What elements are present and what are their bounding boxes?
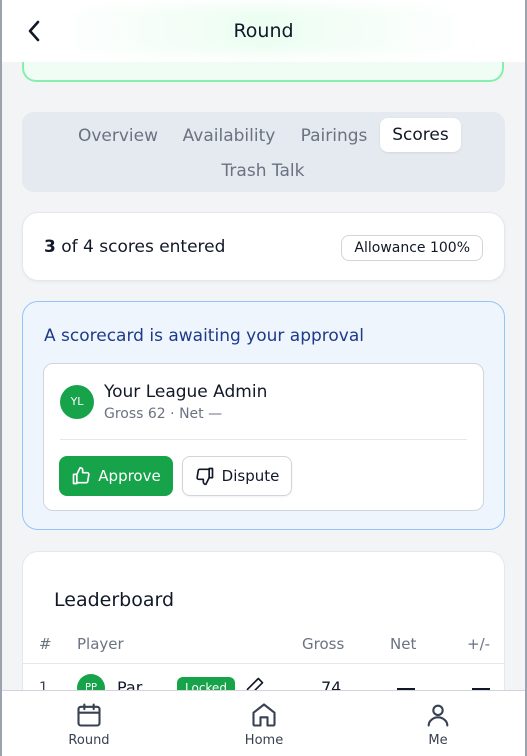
tab-overview[interactable]: Overview — [72, 119, 164, 153]
tab-pairings[interactable]: Pairings — [294, 119, 374, 153]
user-icon — [427, 704, 449, 727]
nav-label-round: Round — [68, 733, 110, 748]
tab-availability[interactable]: Availability — [178, 119, 280, 153]
page-title: Round — [233, 20, 294, 42]
dispute-button[interactable]: Dispute — [182, 456, 292, 496]
divider — [60, 439, 467, 440]
calendar-icon — [77, 703, 101, 727]
divider — [23, 663, 504, 664]
player-score-detail: Gross 62 · Net — — [104, 406, 223, 422]
column-header-gross: Gross — [302, 635, 345, 653]
nav-item-me[interactable]: Me — [398, 701, 478, 748]
bottom-nav: Round Home Me — [2, 690, 525, 756]
tab-scores[interactable]: Scores — [380, 118, 461, 152]
approval-card: A scorecard is awaiting your approval YL… — [22, 301, 505, 530]
scores-entered-text: 3 of 4 scores entered — [44, 237, 225, 257]
nav-label-home: Home — [244, 733, 284, 748]
player-name: Your League Admin — [104, 382, 268, 402]
allowance-badge: Allowance 100% — [341, 235, 483, 261]
thumbs-down-icon — [195, 467, 213, 486]
column-header-player: Player — [77, 635, 124, 653]
avatar: YL — [60, 385, 94, 419]
nav-item-round[interactable]: Round — [49, 701, 129, 748]
round-tabs: Overview Availability Pairings Scores Tr… — [22, 112, 505, 192]
scores-entered-rest: of 4 scores entered — [61, 237, 226, 257]
dispute-label: Dispute — [221, 467, 280, 485]
scores-summary-card: 3 of 4 scores entered Allowance 100% — [22, 212, 505, 281]
home-icon — [252, 703, 276, 727]
thumbs-up-icon — [72, 466, 90, 485]
leaderboard-title: Leaderboard — [54, 589, 175, 611]
column-header-net: Net — [390, 635, 417, 653]
approve-label: Approve — [98, 467, 161, 485]
column-header-plus-minus: +/- — [467, 635, 491, 653]
scores-entered-count: 3 — [44, 237, 56, 257]
column-header-rank: # — [39, 635, 52, 653]
tab-trash-talk[interactable]: Trash Talk — [212, 154, 314, 188]
scorecard-summary: YL Your League Admin Gross 62 · Net — Ap… — [43, 363, 484, 511]
approval-title: A scorecard is awaiting your approval — [44, 326, 365, 346]
approve-button[interactable]: Approve — [59, 456, 173, 496]
app-header: Round — [2, 0, 525, 62]
nav-label-me: Me — [428, 733, 448, 748]
nav-item-home[interactable]: Home — [224, 701, 304, 748]
